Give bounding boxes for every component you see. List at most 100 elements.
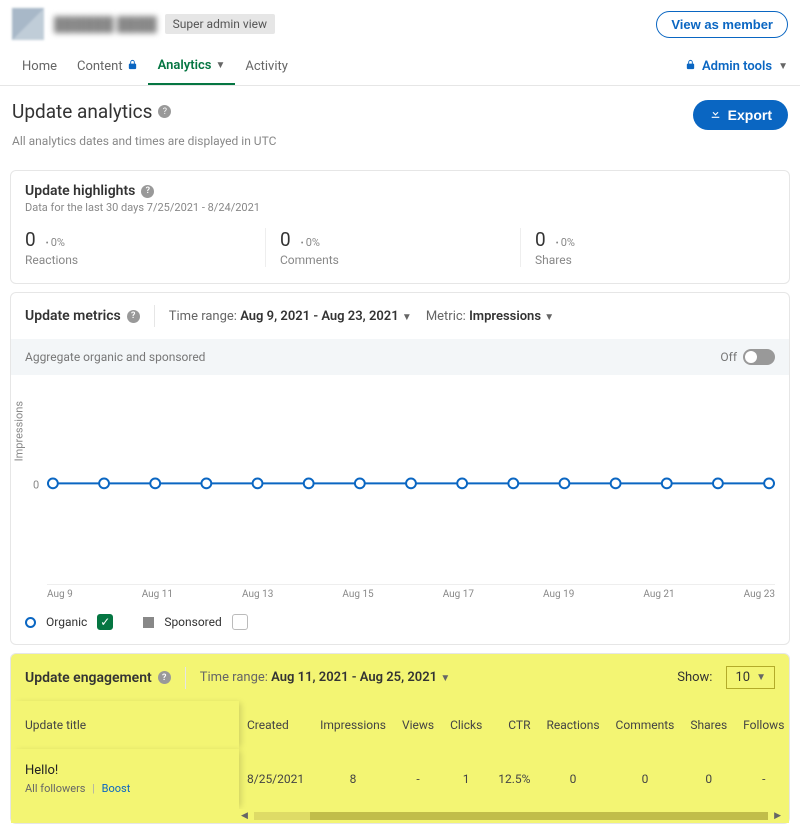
cell-created: 8/25/2021 [239,749,312,809]
scroll-track[interactable] [254,812,768,820]
chevron-down-icon: ▼ [440,673,450,684]
x-tick: Aug 9 [47,589,73,600]
highlight-change: 0% [556,236,575,249]
brand-name: ██████ ████ [54,16,157,33]
show-value: 10 [735,670,750,685]
engagement-table: Update title Created Impressions Views C… [11,701,800,809]
x-tick: Aug 21 [643,589,674,600]
engagement-bar: Update engagement ? Time range: Aug 11, … [11,654,789,701]
cell-title: Hello! All followers | Boost [11,749,239,809]
x-tick: Aug 13 [242,589,273,600]
help-icon[interactable]: ? [158,105,171,118]
x-tick: Aug 11 [142,589,173,600]
page-subtitle: All analytics dates and times are displa… [0,134,800,162]
highlight-value: 0 [535,228,546,251]
range-label: Time range: [169,309,237,324]
help-icon[interactable]: ? [127,310,140,323]
horizontal-scrollbar[interactable]: ◀ ▶ [11,809,789,823]
metric-filter[interactable]: Metric: Impressions ▼ [426,309,554,324]
col-follows[interactable]: Follows [735,701,792,749]
highlight-label: Comments [280,253,520,267]
view-as-member-button[interactable]: View as member [656,11,788,38]
show-label: Show: [677,670,712,685]
col-clicks[interactable]: Clicks [442,701,490,749]
cell-ctr: 12.5% [490,749,538,809]
tab-activity[interactable]: Activity [235,49,298,84]
col-views[interactable]: Views [394,701,442,749]
range-value: Aug 9, 2021 - Aug 23, 2021 [240,309,398,324]
highlight-label: Shares [535,253,775,267]
time-range-filter[interactable]: Time range: Aug 9, 2021 - Aug 23, 2021 ▼ [169,309,412,324]
chevron-down-icon: ▼ [778,61,788,72]
cell-shares: 0 [682,749,735,809]
cell-er: 12.5% [792,749,800,809]
engagement-title: Update engagement ? [25,670,171,686]
highlight-label: Reactions [25,253,265,267]
tab-content[interactable]: Content [67,49,148,84]
aggregate-toggle[interactable] [743,349,775,365]
chart-svg [47,385,775,582]
highlight-value: 0 [280,228,291,251]
tab-home-label: Home [22,59,57,74]
metrics-bar: Update metrics ? Time range: Aug 9, 2021… [11,293,789,339]
col-er[interactable]: Engagement rate [792,701,800,749]
col-created[interactable]: Created [239,701,312,749]
col-impressions[interactable]: Impressions [312,701,394,749]
help-icon[interactable]: ? [141,185,154,198]
col-reactions[interactable]: Reactions [538,701,607,749]
metric-label: Metric: [426,309,466,324]
highlight-change: 0% [301,236,320,249]
highlight-shares: 0 0% Shares [520,228,775,267]
table-row[interactable]: Hello! All followers | Boost 8/25/2021 8… [11,749,800,809]
aggregate-row: Aggregate organic and sponsored Off [11,339,789,375]
x-axis: Aug 9 Aug 11 Aug 13 Aug 15 Aug 17 Aug 19… [47,589,775,600]
page-title: Update analytics ? [12,100,171,123]
lock-icon [685,59,696,74]
metrics-title: Update metrics ? [25,308,140,324]
admin-tools-dropdown[interactable]: Admin tools ▼ [685,59,788,74]
tab-activity-label: Activity [245,59,288,74]
page-heading-row: Update analytics ? Export [0,86,800,134]
legend-sponsored-marker [143,617,154,628]
scroll-thumb[interactable] [310,812,768,820]
organic-checkbox[interactable]: ✓ [97,614,113,630]
boost-link[interactable]: Boost [102,782,131,795]
tab-analytics[interactable]: Analytics ▼ [148,48,236,85]
admin-tools-label: Admin tools [702,59,772,74]
divider [154,305,155,327]
x-tick: Aug 15 [342,589,373,600]
cell-comments: 0 [608,749,683,809]
chevron-down-icon: ▼ [402,312,412,323]
highlight-change: 0% [46,236,65,249]
impressions-chart: Impressions 0 [47,385,775,585]
tab-analytics-label: Analytics [158,58,212,73]
x-tick: Aug 17 [443,589,474,600]
show-select[interactable]: 10 ▼ [726,666,775,689]
engagement-range-filter[interactable]: Time range: Aug 11, 2021 - Aug 25, 2021 … [200,670,450,685]
y-axis-label: Impressions [13,401,26,461]
aggregate-state: Off [720,350,737,364]
scroll-right-icon[interactable]: ▶ [774,811,781,821]
help-icon[interactable]: ? [158,671,171,684]
highlights-card: Update highlights ? Data for the last 30… [10,170,790,284]
sponsored-checkbox[interactable] [232,614,248,630]
page-header: ██████ ████ Super admin view View as mem… [0,0,800,48]
y-tick: 0 [33,479,39,492]
legend-sponsored-label: Sponsored [164,615,221,629]
audience-label: All followers [25,782,85,795]
col-title[interactable]: Update title [11,701,239,749]
scroll-left-icon[interactable]: ◀ [241,811,248,821]
col-comments[interactable]: Comments [608,701,683,749]
table-header-row: Update title Created Impressions Views C… [11,701,800,749]
col-shares[interactable]: Shares [682,701,735,749]
engagement-table-wrap: Update title Created Impressions Views C… [11,701,789,823]
col-ctr[interactable]: CTR [490,701,538,749]
export-button[interactable]: Export [693,100,788,130]
range-label: Time range: [200,670,268,685]
nav-tabs: Home Content Analytics ▼ Activity Admin … [0,48,800,86]
cell-reactions: 0 [538,749,607,809]
tab-home[interactable]: Home [12,49,67,84]
page-title-text: Update analytics [12,100,152,123]
download-icon [709,107,722,123]
cell-views: - [394,749,442,809]
